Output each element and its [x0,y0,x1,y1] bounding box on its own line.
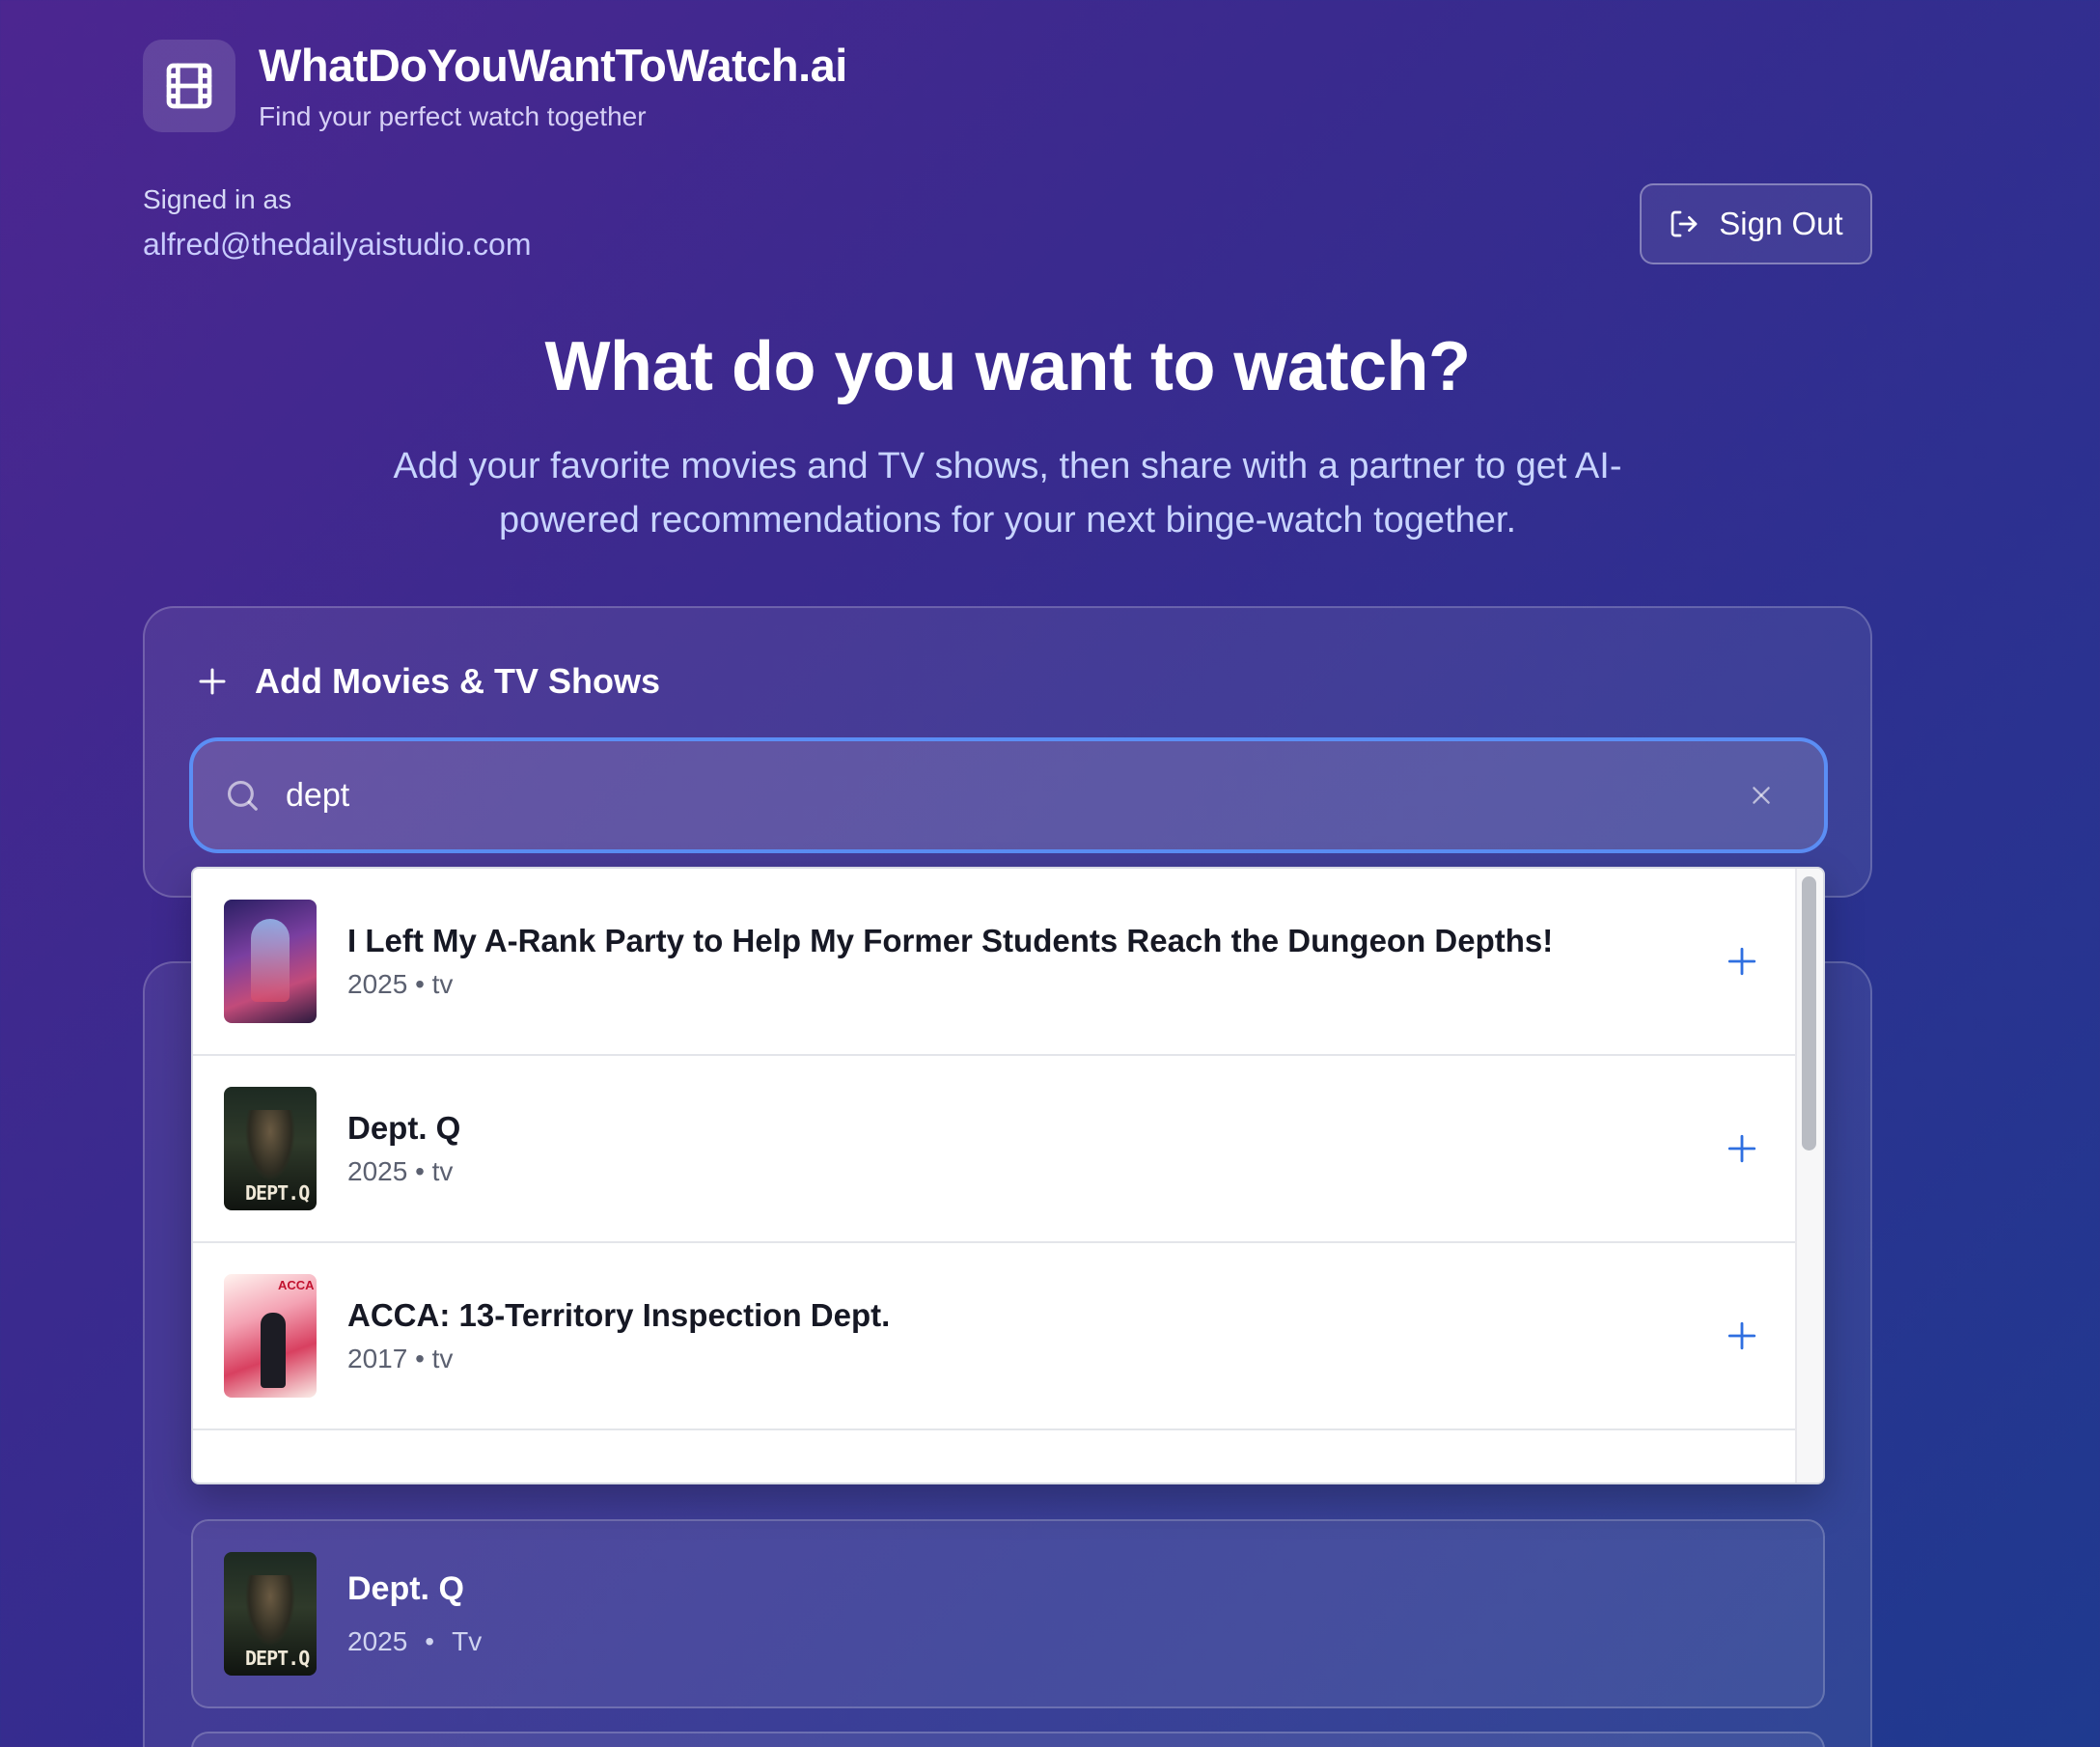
search-result-item[interactable]: ACCA ACCA: 13-Territory Inspection Dept.… [193,1243,1797,1430]
search-icon [224,777,261,814]
add-titles-panel: Add Movies & TV Shows [143,606,1872,898]
film-icon [143,40,235,132]
poster-image: DEPT.Q [224,1087,317,1210]
search-results-dropdown[interactable]: I Left My A-Rank Party to Help My Former… [191,867,1825,1484]
plus-icon [199,668,226,695]
add-titles-heading-label: Add Movies & TV Shows [255,661,661,701]
app-tagline: Find your perfect watch together [259,101,647,131]
poster-label: ACCA [278,1278,315,1292]
plus-icon [1727,1134,1756,1163]
watchlist-item[interactable] [191,1732,1825,1747]
search-result-meta: 2025 • tv [347,1156,454,1186]
search-result-item[interactable] [193,1430,1797,1483]
search-result-item[interactable]: I Left My A-Rank Party to Help My Former… [193,869,1797,1056]
search-result-title: I Left My A-Rank Party to Help My Former… [347,923,1554,958]
search-result-title: ACCA: 13-Territory Inspection Dept. [347,1297,891,1333]
signed-in-label: Signed in as [143,184,292,214]
plus-icon [1727,1321,1756,1350]
plus-icon [1727,947,1756,976]
app-title: WhatDoYouWantToWatch.ai [259,40,847,91]
add-title-button[interactable] [1726,1319,1758,1352]
poster-image [224,900,317,1023]
poster-image: ACCA [224,1274,317,1398]
poster-label: DEPT.Q [245,1647,310,1670]
add-titles-heading: Add Movies & TV Shows [195,661,660,702]
watchlist-item-type: Tv [452,1626,483,1656]
hero-subtitle: Add your favorite movies and TV shows, t… [393,446,1622,541]
search-result-meta: 2017 • tv [347,1344,454,1373]
dropdown-scrollbar[interactable] [1795,869,1823,1483]
watchlist-item-meta: 2025 • Tv [347,1625,482,1658]
search-result-item[interactable]: DEPT.Q Dept. Q 2025 • tv [193,1056,1797,1243]
search-result-title: Dept. Q [347,1110,461,1146]
poster-label: DEPT.Q [245,1181,310,1205]
clear-search-button[interactable] [1749,783,1774,808]
scrollbar-thumb[interactable] [1802,876,1816,1151]
watchlist-item-title: Dept. Q [347,1570,464,1607]
search-field[interactable] [189,737,1828,853]
sign-out-button[interactable]: Sign Out [1640,183,1872,264]
brand: WhatDoYouWantToWatch.ai Find your perfec… [143,39,847,133]
add-title-button[interactable] [1726,945,1758,978]
separator-dot: • [425,1626,435,1656]
signed-in-info: Signed in as alfred@thedailyaistudio.com [143,183,531,263]
hero-title: What do you want to watch? [544,328,1471,405]
watchlist-item-year: 2025 [347,1626,408,1656]
user-email: alfred@thedailyaistudio.com [143,227,532,262]
poster-image: DEPT.Q [224,1552,317,1676]
sign-out-label: Sign Out [1719,206,1843,241]
close-icon [1753,787,1770,804]
add-title-button[interactable] [1726,1132,1758,1165]
sign-out-icon [1671,210,1698,237]
watchlist-item[interactable]: DEPT.Q Dept. Q 2025 • Tv [191,1519,1825,1708]
search-result-meta: 2025 • tv [347,969,454,999]
search-input[interactable] [286,776,1749,815]
